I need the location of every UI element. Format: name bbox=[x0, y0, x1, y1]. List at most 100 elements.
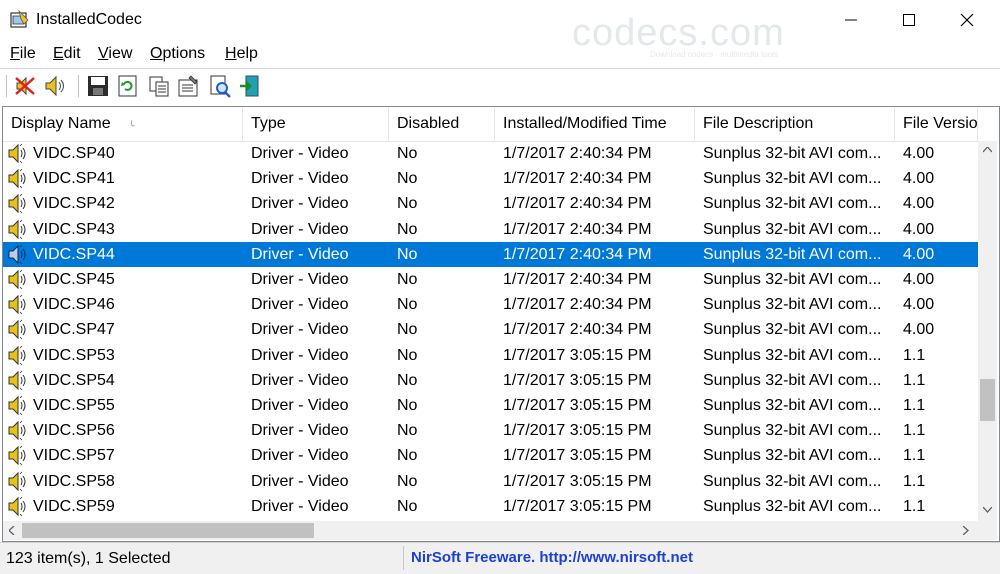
cell-installed-time: 1/7/2017 2:40:34 PM bbox=[503, 195, 652, 213]
table-row[interactable]: VIDC.SP42 Driver - Video No 1/7/2017 2:40:3… bbox=[3, 191, 978, 216]
cell-disabled: No bbox=[397, 245, 418, 263]
cell-disabled: No bbox=[397, 472, 418, 490]
table-row[interactable]: VIDC.SP58 Driver - Video No 1/7/2017 3:05:1… bbox=[3, 469, 978, 494]
disable-icon[interactable] bbox=[13, 74, 37, 98]
cell-disabled: No bbox=[397, 371, 418, 389]
cell-display-name: VIDC.SP40 bbox=[33, 145, 115, 162]
properties-icon[interactable] bbox=[177, 74, 201, 98]
enable-icon[interactable] bbox=[43, 74, 67, 98]
cell-type: Driver - Video bbox=[251, 346, 349, 364]
cell-type: Driver - Video bbox=[251, 422, 349, 440]
cell-disabled: No bbox=[397, 497, 418, 515]
cell-file-version: 4.00 bbox=[903, 271, 935, 288]
speaker-icon bbox=[8, 219, 26, 239]
column-header-file-version[interactable]: File Version bbox=[895, 107, 978, 141]
cell-type: Driver - Video bbox=[251, 271, 349, 288]
column-header-installed-time[interactable]: Installed/Modified Time bbox=[495, 107, 695, 141]
cell-display-name: VIDC.SP42 bbox=[33, 195, 115, 213]
cell-disabled: No bbox=[397, 397, 418, 414]
find-icon[interactable] bbox=[208, 74, 232, 98]
cell-file-description: Sunplus 32-bit AVI com... bbox=[703, 170, 882, 188]
table-row[interactable]: VIDC.SP44 Driver - Video No 1/7/2017 2:40:3… bbox=[3, 241, 978, 267]
cell-file-version: 1.1 bbox=[903, 422, 926, 440]
table-row[interactable]: VIDC.SP53 Driver - Video No 1/7/2017 3:05:1… bbox=[3, 343, 978, 368]
cell-display-name: VIDC.SP59 bbox=[33, 497, 115, 515]
item-count-status: 123 item(s), 1 Selected bbox=[6, 550, 171, 567]
minimize-button[interactable] bbox=[822, 0, 880, 40]
scrollbar-corner bbox=[978, 521, 997, 540]
cell-file-description: Sunplus 32-bit AVI com... bbox=[703, 296, 882, 314]
cell-installed-time: 1/7/2017 3:05:15 PM bbox=[503, 371, 652, 389]
cell-file-description: Sunplus 32-bit AVI com... bbox=[703, 145, 882, 162]
speaker-icon bbox=[8, 244, 26, 265]
cell-type: Driver - Video bbox=[251, 245, 349, 263]
vertical-scroll-thumb[interactable] bbox=[980, 379, 995, 422]
cell-disabled: No bbox=[397, 271, 418, 288]
toolbar-separator bbox=[78, 75, 79, 97]
horizontal-scrollbar[interactable] bbox=[3, 521, 978, 540]
cell-type: Driver - Video bbox=[251, 220, 349, 238]
table-row[interactable]: VIDC.SP45 Driver - Video No 1/7/2017 2:40:3… bbox=[3, 267, 978, 292]
exit-icon[interactable] bbox=[238, 74, 262, 98]
column-header-display-name[interactable]: Display Name bbox=[3, 107, 243, 141]
speaker-icon bbox=[8, 471, 26, 491]
codec-list[interactable]: Display Name ╰ Type Disabled Installed/M… bbox=[2, 106, 1000, 542]
cell-file-version: 4.00 bbox=[903, 195, 935, 213]
scroll-up-icon[interactable] bbox=[983, 147, 992, 153]
status-divider bbox=[403, 546, 404, 570]
close-button[interactable] bbox=[938, 0, 996, 40]
cell-display-name: VIDC.SP44 bbox=[33, 245, 115, 263]
table-row[interactable]: VIDC.SP43 Driver - Video No 1/7/2017 2:40:3… bbox=[3, 217, 978, 242]
window-title: InstalledCodec bbox=[36, 11, 142, 28]
cell-file-description: Sunplus 32-bit AVI com... bbox=[703, 346, 882, 364]
cell-file-version: 1.1 bbox=[903, 447, 926, 465]
maximize-button[interactable] bbox=[880, 0, 938, 40]
cell-disabled: No bbox=[397, 220, 418, 238]
table-row[interactable]: VIDC.SP47 Driver - Video No 1/7/2017 2:40:3… bbox=[3, 317, 978, 342]
scroll-down-icon[interactable] bbox=[983, 507, 992, 513]
menu-options[interactable]: Options bbox=[150, 45, 205, 63]
cell-installed-time: 1/7/2017 3:05:15 PM bbox=[503, 346, 652, 364]
cell-file-description: Sunplus 32-bit AVI com... bbox=[703, 472, 882, 490]
scroll-left-icon[interactable] bbox=[9, 526, 15, 535]
cell-installed-time: 1/7/2017 2:40:34 PM bbox=[503, 220, 652, 238]
nirsoft-link[interactable]: NirSoft Freeware. http://www.nirsoft.net bbox=[411, 549, 693, 566]
menu-help[interactable]: Help bbox=[225, 45, 258, 63]
table-row[interactable]: VIDC.SP56 Driver - Video No 1/7/2017 3:05:1… bbox=[3, 418, 978, 443]
table-row[interactable]: VIDC.SP54 Driver - Video No 1/7/2017 3:05:1… bbox=[3, 368, 978, 393]
cell-display-name: VIDC.SP58 bbox=[33, 472, 115, 490]
speaker-icon bbox=[8, 395, 26, 416]
refresh-icon[interactable] bbox=[116, 74, 140, 98]
cell-installed-time: 1/7/2017 2:40:34 PM bbox=[503, 296, 652, 314]
column-header-disabled[interactable]: Disabled bbox=[389, 107, 495, 141]
speaker-icon bbox=[8, 143, 26, 164]
scroll-right-icon[interactable] bbox=[963, 526, 969, 535]
table-row[interactable]: VIDC.SP41 Driver - Video No 1/7/2017 2:40:3… bbox=[3, 166, 978, 191]
table-row[interactable]: VIDC.SP46 Driver - Video No 1/7/2017 2:40:3… bbox=[3, 292, 978, 317]
horizontal-scroll-thumb[interactable] bbox=[22, 523, 314, 538]
cell-display-name: VIDC.SP45 bbox=[33, 271, 115, 288]
save-icon[interactable] bbox=[86, 74, 110, 98]
menu-file[interactable]: File bbox=[10, 45, 36, 63]
vertical-scrollbar[interactable] bbox=[978, 141, 997, 521]
menu-edit[interactable]: Edit bbox=[53, 45, 81, 63]
cell-installed-time: 1/7/2017 3:05:15 PM bbox=[503, 472, 652, 490]
cell-installed-time: 1/7/2017 2:40:34 PM bbox=[503, 271, 652, 288]
table-row[interactable]: VIDC.SP55 Driver - Video No 1/7/2017 3:05:1… bbox=[3, 393, 978, 418]
table-row[interactable]: VIDC.SP40 Driver - Video No 1/7/2017 2:40:3… bbox=[3, 141, 978, 166]
menu-view[interactable]: View bbox=[98, 45, 132, 63]
table-row[interactable]: VIDC.SP57 Driver - Video No 1/7/2017 3:05:1… bbox=[3, 443, 978, 468]
cell-type: Driver - Video bbox=[251, 321, 349, 339]
cell-file-description: Sunplus 32-bit AVI com... bbox=[703, 321, 882, 339]
column-header-type[interactable]: Type bbox=[243, 107, 389, 141]
cell-type: Driver - Video bbox=[251, 497, 349, 515]
title-bar[interactable]: InstalledCodec codecs.com Download codec… bbox=[0, 0, 1000, 59]
cell-installed-time: 1/7/2017 2:40:34 PM bbox=[503, 321, 652, 339]
cell-type: Driver - Video bbox=[251, 145, 349, 162]
table-row[interactable]: VIDC.SP59 Driver - Video No 1/7/2017 3:05:1… bbox=[3, 494, 978, 519]
cell-installed-time: 1/7/2017 3:05:15 PM bbox=[503, 397, 652, 414]
cell-file-description: Sunplus 32-bit AVI com... bbox=[703, 447, 882, 465]
cell-display-name: VIDC.SP53 bbox=[33, 346, 115, 364]
copy-icon[interactable] bbox=[147, 74, 171, 98]
column-header-file-description[interactable]: File Description bbox=[695, 107, 895, 141]
